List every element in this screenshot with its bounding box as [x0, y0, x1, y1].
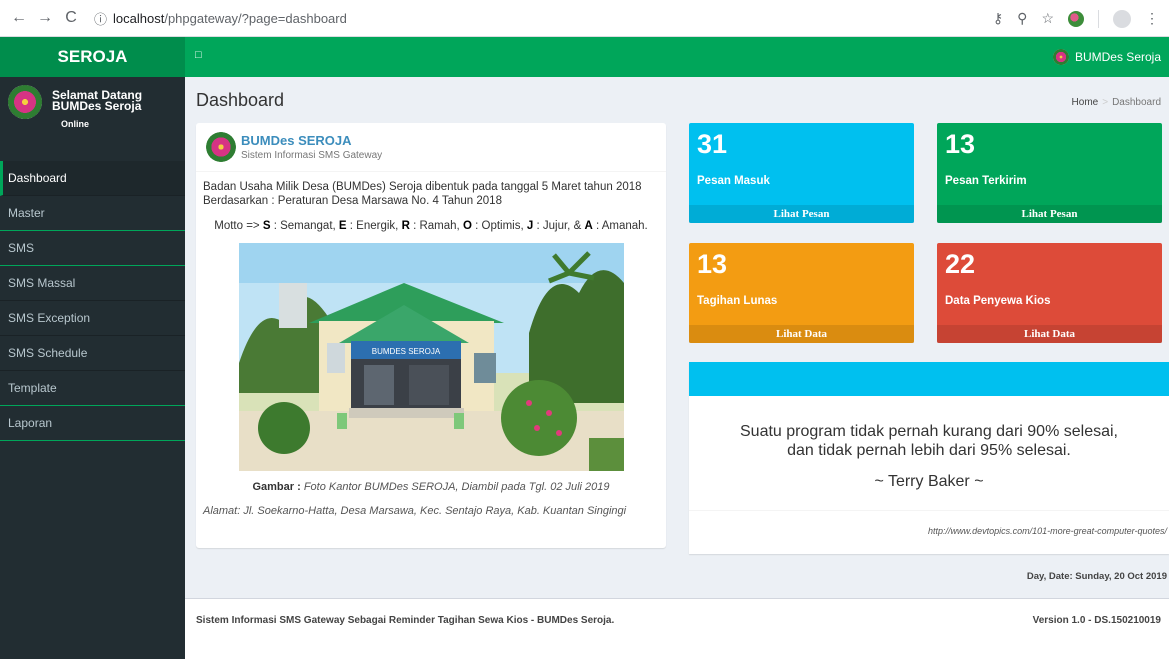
greeting-name: BUMDes Seroja	[52, 99, 142, 113]
address-bar[interactable]: localhost/phpgateway/?page=dashboard	[113, 11, 347, 26]
breadcrumb-home[interactable]: Home	[1072, 97, 1099, 108]
toolbar-divider	[1098, 9, 1099, 28]
motto-word: : Ramah,	[413, 220, 460, 232]
page-title: Dashboard	[196, 90, 285, 110]
stat-link[interactable]: Lihat Data	[689, 325, 914, 343]
quote-box: Suatu program tidak pernah kurang dari 9…	[689, 362, 1169, 554]
motto-word: : Jujur, &	[536, 220, 582, 232]
top-navbar: □ BUMDes Seroja	[185, 37, 1169, 77]
sidebar: Selamat Datang BUMDes Seroja Online Dash…	[0, 77, 185, 659]
quote-header	[689, 362, 1169, 396]
office-photo-illustration: BUMDES SEROJA	[239, 243, 624, 471]
office-photo: BUMDES SEROJA	[239, 243, 624, 471]
key-icon[interactable]: ⚷	[993, 10, 1003, 27]
user-avatar-icon	[1052, 49, 1069, 65]
motto-letter: S	[262, 220, 271, 232]
motto-letter: E	[338, 220, 347, 232]
stat-label: Data Penyewa Kios	[945, 295, 1051, 307]
motto-word: : Optimis,	[475, 220, 524, 232]
browser-toolbar: ← → C ⓘ localhost/phpgateway/?page=dashb…	[0, 0, 1169, 37]
profile-description: Badan Usaha Milik Desa (BUMDes) Seroja d…	[203, 181, 642, 193]
sidebar-item-master[interactable]: Master	[0, 196, 185, 231]
quote-author: ~ Terry Baker ~	[874, 473, 984, 490]
sidebar-item-sms-schedule[interactable]: SMS Schedule	[0, 336, 185, 371]
reload-icon[interactable]: C	[60, 9, 82, 27]
sidebar-menu: Dashboard Master SMS SMS Massal SMS Exce…	[0, 161, 185, 441]
photo-caption: Gambar : Foto Kantor BUMDes SEROJA, Diam…	[196, 481, 666, 493]
info-icon[interactable]: ⓘ	[94, 9, 107, 28]
organization-logo	[206, 132, 236, 162]
stat-label: Pesan Terkirim	[945, 175, 1027, 187]
stat-link[interactable]: Lihat Pesan	[937, 205, 1162, 223]
stat-link[interactable]: Lihat Data	[937, 325, 1162, 343]
avatar	[8, 85, 42, 119]
quote-line: Suatu program tidak pernah kurang dari 9…	[740, 423, 1118, 440]
sidebar-item-sms[interactable]: SMS	[0, 231, 185, 266]
stat-pesan-masuk: 31 Pesan Masuk Lihat Pesan	[689, 123, 914, 223]
caption-text: Foto Kantor BUMDes SEROJA, Diambil pada …	[303, 481, 610, 493]
url-host: localhost	[113, 10, 165, 26]
motto-prefix: Motto =>	[214, 220, 260, 232]
motto-letter: O	[462, 220, 472, 232]
sidebar-item-sms-exception[interactable]: SMS Exception	[0, 301, 185, 336]
motto-letter: A	[584, 220, 593, 232]
url-path: /phpgateway/?page=dashboard	[164, 10, 347, 26]
extension-icon[interactable]	[1068, 10, 1084, 27]
motto-word: : Semangat,	[273, 220, 336, 232]
breadcrumb-separator: >	[1102, 97, 1109, 108]
motto-word: : Energik,	[349, 220, 399, 232]
motto-word: : Amanah.	[595, 220, 648, 232]
sidebar-item-template[interactable]: Template	[0, 371, 185, 406]
profile-box: BUMDes SEROJA Sistem Informasi SMS Gatew…	[196, 123, 666, 548]
stat-penyewa-kios: 22 Data Penyewa Kios Lihat Data	[937, 243, 1162, 343]
sidebar-item-dashboard[interactable]: Dashboard	[0, 161, 185, 196]
sidebar-toggle-icon[interactable]: □	[195, 49, 209, 65]
stat-pesan-terkirim: 13 Pesan Terkirim Lihat Pesan	[937, 123, 1162, 223]
stat-value: 31	[697, 129, 728, 159]
profile-icon[interactable]	[1113, 9, 1131, 28]
sidebar-item-laporan[interactable]: Laporan	[0, 406, 185, 441]
breadcrumb-current: Dashboard	[1112, 97, 1161, 108]
address-text: Alamat: Jl. Soekarno-Hatta, Desa Marsawa…	[203, 505, 627, 517]
breadcrumb: Home > Dashboard	[1072, 97, 1161, 108]
footer: Sistem Informasi SMS Gateway Sebagai Rem…	[185, 598, 1169, 659]
quote-source-link[interactable]: http://www.devtopics.com/101-more-great-…	[928, 526, 1167, 536]
forward-icon[interactable]: →	[34, 9, 56, 27]
profile-subtitle: Sistem Informasi SMS Gateway	[241, 150, 383, 161]
app-logo[interactable]: SEROJA	[0, 37, 185, 77]
sidebar-item-sms-massal[interactable]: SMS Massal	[0, 266, 185, 301]
user-menu[interactable]: BUMDes Seroja	[1052, 37, 1161, 77]
box-divider	[196, 171, 666, 172]
caption-label: Gambar :	[252, 481, 301, 493]
menu-kebab-icon[interactable]: ⋮	[1145, 10, 1159, 27]
stat-label: Tagihan Lunas	[697, 295, 778, 307]
user-panel: Selamat Datang BUMDes Seroja Online	[0, 77, 185, 157]
user-menu-label: BUMDes Seroja	[1074, 50, 1161, 64]
back-icon[interactable]: ←	[8, 9, 30, 27]
zoom-icon[interactable]: ⚲	[1017, 10, 1027, 27]
footer-description: Sistem Informasi SMS Gateway Sebagai Rem…	[196, 615, 615, 626]
stat-label: Pesan Masuk	[697, 175, 770, 187]
quote-divider	[689, 510, 1169, 511]
current-date: Day, Date: Sunday, 20 Oct 2019	[1026, 571, 1167, 582]
footer-version: Version 1.0 - DS.150210019	[1032, 615, 1161, 626]
motto-letter: J	[526, 220, 534, 232]
profile-motto: Motto => S : Semangat, E : Energik, R : …	[196, 220, 666, 232]
user-greeting: Selamat Datang BUMDes Seroja	[52, 89, 177, 113]
star-icon[interactable]: ☆	[1041, 10, 1054, 27]
stat-link[interactable]: Lihat Pesan	[689, 205, 914, 223]
profile-regulation: Berdasarkan : Peraturan Desa Marsawa No.…	[203, 195, 502, 207]
stat-tagihan-lunas: 13 Tagihan Lunas Lihat Data	[689, 243, 914, 343]
stat-value: 13	[697, 249, 728, 279]
stat-value: 13	[945, 129, 976, 159]
stat-value: 22	[945, 249, 976, 279]
office-sign: BUMDES SEROJA	[372, 347, 441, 356]
motto-letter: R	[401, 220, 410, 232]
quote-line: dan tidak pernah lebih dari 95% selesai.	[787, 442, 1071, 459]
profile-title: BUMDes SEROJA	[241, 133, 352, 148]
online-status: Online	[61, 119, 90, 129]
